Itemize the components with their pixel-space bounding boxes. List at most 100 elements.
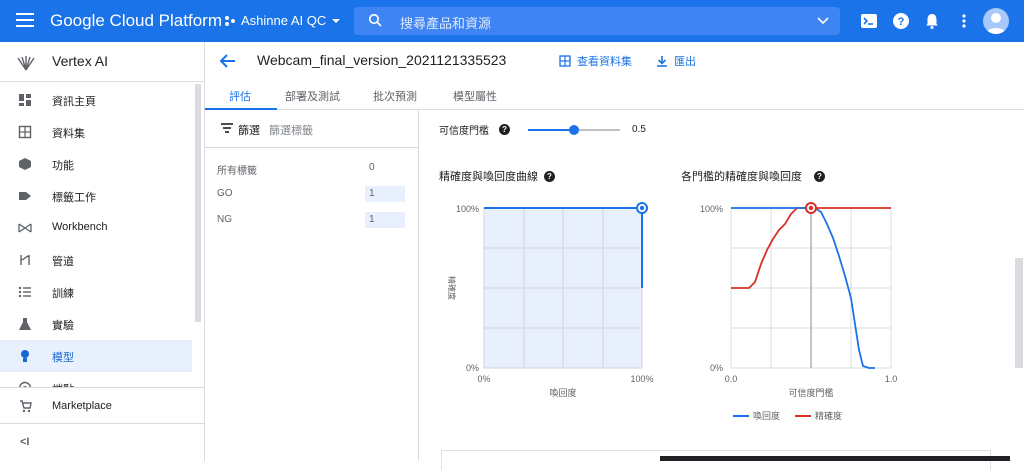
label-icon [19,192,31,200]
left-navigation: Vertex AI 資訊主頁 資料集 功能 標籤工作 Workbench 管道 訓練 實驗 模型… [0,42,205,461]
more-vert-icon[interactable] [955,12,973,30]
threshold-value: 0.5 [632,124,646,135]
download-icon [657,56,667,67]
sidebar-item[interactable]: 標籤工作 [0,180,192,212]
label-row-go[interactable]: GO 1 [205,184,419,204]
sidebar-item[interactable]: 功能 [0,148,192,180]
threshold-chart-title: 各門檻的精確度與喚回度 ? [681,168,825,184]
sidebar-item[interactable]: 實驗 [0,308,192,340]
search-input[interactable]: 搜尋產品和資源 [354,7,840,35]
sidebar-item[interactable]: 端點 [0,372,192,387]
tab-evaluate[interactable]: 評估 [229,88,251,104]
dataset-icon [559,55,571,67]
help-icon[interactable]: ? [814,170,825,182]
account-avatar-icon[interactable] [983,8,1009,34]
sidebar-item-label: Workbench [52,221,108,233]
threshold-chart: 100% 0% 0.0 1.0 可信度門檻 喚回度 精確度 [700,202,898,421]
sidebar-item-label: 模型 [52,352,74,364]
page-scrollbar[interactable] [1015,258,1023,368]
evaluation-content: 可信度門檻 ? 0.5 精確度與喚回度曲線 ? 100% 0% 0% 100% … [419,110,1024,470]
sidebar-item-label: 管道 [52,256,74,268]
sidebar-item[interactable]: 資料集 [0,116,192,148]
pr-chart-title: 精確度與喚回度曲線 ? [439,168,555,184]
threshold-control: 可信度門檻 ? 0.5 [439,122,646,137]
sidebar-item-label: 標籤工作 [52,192,96,204]
sidebar-item[interactable]: 資訊主頁 [0,84,192,116]
collapse-nav-button[interactable]: <I [0,423,205,461]
top-app-bar: Google Cloud Platform Ashinne AI QC 搜尋產品… [0,0,1024,42]
label-count: 1 [365,212,405,228]
slider-thumb[interactable] [569,124,579,135]
pr-x-left-label: 0% [477,374,490,384]
tab-batch-predictions[interactable]: 批次預測 [373,88,417,104]
label-name: GO [217,188,233,199]
search-placeholder: 搜尋產品和資源 [400,16,492,31]
tab-deploy-test[interactable]: 部署及測試 [285,88,340,104]
sidebar-item-label: 實驗 [52,320,74,332]
pr-x-right-label: 100% [630,374,653,384]
menu-icon[interactable] [16,13,34,27]
filter-icon [221,123,233,133]
label-row-all[interactable]: 所有標籤 0 [205,158,419,178]
threshold-slider[interactable] [524,123,624,137]
filter-label: 篩選 [238,125,260,137]
training-icon [18,286,31,298]
project-name: Ashinne AI QC [241,13,327,28]
label-row-ng[interactable]: NG 1 [205,210,419,230]
collapse-icon: <I [20,436,30,448]
page-header: Webcam_final_version_2021121335523 查看資料集… [205,42,1024,80]
thr-x-left-label: 0.0 [725,374,738,384]
tab-bar: 評估 部署及測試 批次預測 模型屬性 [205,80,1024,110]
thr-x-right-label: 1.0 [885,374,898,384]
label-count: 1 [365,186,405,202]
sidebar-item[interactable]: 管道 [0,244,192,276]
bottom-overlay-bar [660,456,1010,461]
help-icon[interactable]: ? [544,170,555,182]
pr-y-axis-title: 精確度 [447,276,457,300]
sidebar-scrollbar[interactable] [195,84,201,322]
dashboard-icon [19,94,31,106]
cloud-shell-icon[interactable] [860,12,878,30]
dataset-icon [18,125,32,139]
sidebar-item[interactable]: Workbench [0,212,192,244]
view-dataset-button[interactable]: 查看資料集 [559,53,632,69]
project-icon [225,15,235,26]
label-name: 所有標籤 [217,166,257,177]
pr-y-bottom-label: 0% [466,363,479,373]
threshold-label: 可信度門檻 [439,126,489,137]
tab-model-properties[interactable]: 模型屬性 [453,88,497,104]
filter-input[interactable]: 篩選標籤 [269,122,313,138]
search-icon [368,13,382,27]
label-filter-pane: 篩選 篩選標籤 所有標籤 0 GO 1 NG 1 [205,110,419,461]
view-dataset-label: 查看資料集 [577,56,632,68]
sidebar-item[interactable]: 模型 [0,340,192,372]
sidebar-item[interactable]: 訓練 [0,276,192,308]
main-content: Webcam_final_version_2021121335523 查看資料集… [205,42,1024,470]
help-icon[interactable]: ? [499,124,510,135]
label-name: NG [217,214,232,225]
dropdown-icon [332,18,341,23]
pr-y-top-label: 100% [456,204,479,214]
help-icon[interactable]: ? [892,12,910,30]
sidebar-item-label: 資料集 [52,128,85,140]
filter-bar[interactable]: 篩選 篩選標籤 [205,110,419,148]
thr-x-axis-title: 可信度門檻 [788,387,833,398]
notifications-icon[interactable] [923,12,941,30]
workbench-icon [18,223,32,233]
marketplace-link[interactable]: Marketplace [0,387,205,423]
page-title: Webcam_final_version_2021121335523 [257,52,507,68]
pr-x-axis-title: 喚回度 [549,387,576,398]
project-selector[interactable]: Ashinne AI QC [224,13,341,28]
sidebar-item-label: 功能 [52,160,74,172]
export-button[interactable]: 匯出 [656,53,696,69]
thr-y-top-label: 100% [700,204,723,214]
marketplace-icon [20,400,32,413]
experiments-icon [19,318,31,330]
brand-title[interactable]: Google Cloud Platform [50,11,222,31]
marketplace-label: Marketplace [52,400,112,412]
models-icon [21,350,29,362]
threshold-chart-title-text: 各門檻的精確度與喚回度 [681,171,802,183]
svg-text:?: ? [898,16,905,28]
chevron-down-icon[interactable] [816,13,830,27]
back-arrow-icon[interactable] [219,52,237,70]
